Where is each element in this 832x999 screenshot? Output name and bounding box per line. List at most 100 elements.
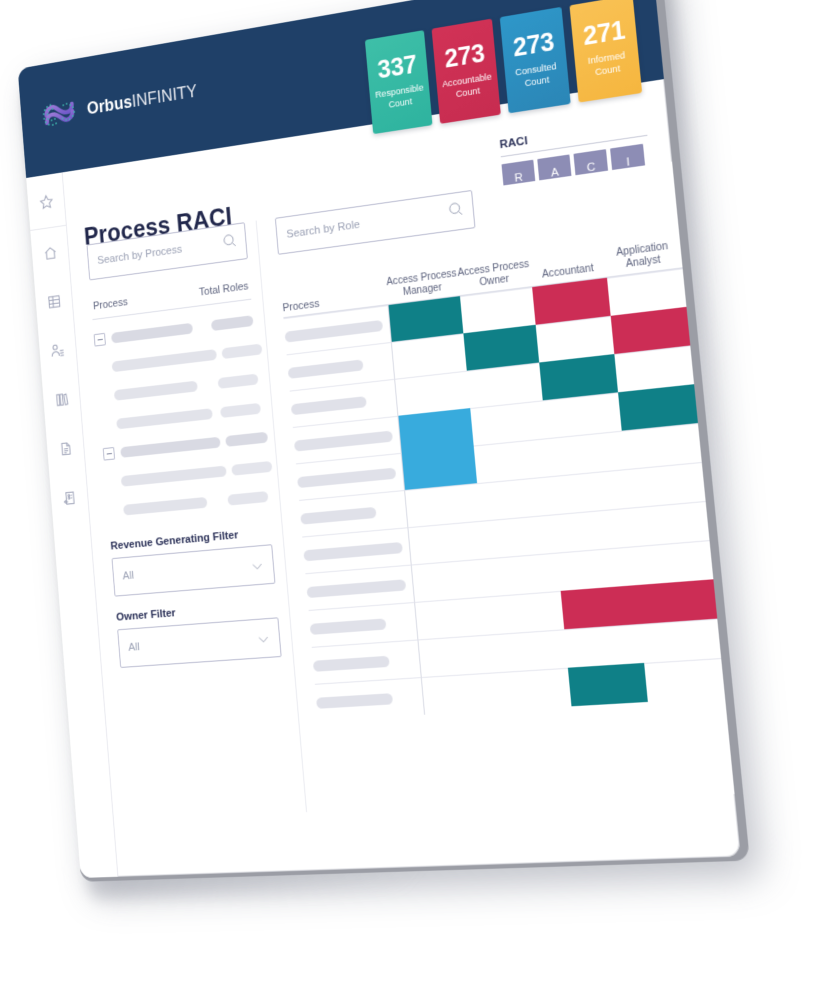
matrix-cell[interactable] bbox=[466, 362, 543, 409]
matrix-cell[interactable] bbox=[411, 558, 488, 602]
matrix-cell[interactable] bbox=[405, 483, 481, 528]
matrix-cell[interactable] bbox=[636, 579, 718, 624]
raci-button-c[interactable]: C bbox=[573, 149, 610, 187]
matrix-cell[interactable] bbox=[549, 469, 629, 515]
raci-slicer: RACI RACI bbox=[499, 117, 651, 197]
matrix-cell[interactable] bbox=[459, 287, 536, 334]
sidebar-item-reports[interactable] bbox=[49, 471, 89, 524]
matrix-row[interactable] bbox=[314, 658, 726, 721]
col-header-process: Process bbox=[92, 296, 129, 313]
app-screen: OrbusINFINITY Process RACI 337 Responsib… bbox=[17, 0, 741, 878]
matrix-column-header[interactable]: Accountant bbox=[530, 261, 606, 286]
matrix-cell[interactable] bbox=[395, 370, 470, 416]
sidebar-item-roles[interactable] bbox=[38, 323, 78, 376]
matrix-cell[interactable] bbox=[567, 662, 648, 707]
kpi-label: Consulted Count bbox=[514, 60, 558, 88]
total-roles-placeholder bbox=[210, 314, 254, 331]
brand-name-light: INFINITY bbox=[131, 80, 198, 111]
matrix-cell[interactable] bbox=[494, 667, 572, 711]
matrix-row-label-placeholder bbox=[284, 319, 384, 343]
matrix-cell[interactable] bbox=[621, 423, 702, 470]
collapse-toggle-icon[interactable] bbox=[102, 446, 116, 461]
sidebar-item-documents[interactable] bbox=[45, 422, 85, 475]
matrix-cell[interactable] bbox=[490, 629, 568, 673]
matrix-cell[interactable] bbox=[606, 268, 687, 316]
kpi-card[interactable]: 337 Responsible Count bbox=[364, 30, 433, 135]
matrix-cell[interactable] bbox=[557, 546, 637, 591]
matrix-cell[interactable] bbox=[391, 333, 467, 379]
raci-matrix-panel: Search by Role Process Access Process Man… bbox=[262, 161, 735, 812]
col-header-total-roles: Total Roles bbox=[198, 280, 249, 299]
search-icon bbox=[221, 231, 238, 254]
matrix-cell[interactable] bbox=[532, 277, 611, 325]
matrix-cell[interactable] bbox=[415, 596, 491, 640]
matrix-cell[interactable] bbox=[483, 552, 561, 597]
matrix-cell[interactable] bbox=[421, 672, 498, 715]
matrix-cell[interactable] bbox=[401, 445, 477, 490]
sidebar-item-favorites[interactable] bbox=[26, 172, 66, 231]
kpi-card[interactable]: 273 Accountable Count bbox=[431, 18, 501, 124]
brand-name: OrbusINFINITY bbox=[86, 81, 198, 119]
matrix-cell[interactable] bbox=[469, 400, 547, 446]
kpi-card[interactable]: 273 Consulted Count bbox=[499, 6, 571, 114]
matrix-cell[interactable] bbox=[487, 590, 565, 635]
matrix-row[interactable] bbox=[308, 579, 718, 647]
row-indent-spacer bbox=[101, 424, 111, 425]
matrix-row-label-placeholder bbox=[297, 467, 397, 488]
matrix-row[interactable] bbox=[305, 540, 714, 611]
matrix-row-label-placeholder bbox=[293, 430, 393, 452]
matrix-body bbox=[283, 268, 726, 721]
raci-button-i[interactable]: I bbox=[610, 143, 647, 182]
home-icon bbox=[42, 244, 58, 262]
matrix-row-label-cell bbox=[305, 564, 416, 611]
matrix-cell[interactable] bbox=[560, 585, 640, 630]
matrix-cell[interactable] bbox=[473, 438, 550, 484]
matrix-cell[interactable] bbox=[463, 324, 540, 371]
sidebar-item-catalog[interactable] bbox=[34, 275, 74, 329]
collapse-toggle-icon[interactable] bbox=[93, 332, 106, 347]
matrix-cell[interactable] bbox=[632, 540, 714, 586]
matrix-row-label-placeholder bbox=[300, 506, 377, 525]
matrix-row-label-cell bbox=[314, 677, 426, 721]
matrix-cell[interactable] bbox=[643, 658, 726, 702]
matrix-cell[interactable] bbox=[617, 384, 698, 431]
matrix-cell[interactable] bbox=[398, 408, 474, 453]
matrix-cell[interactable] bbox=[542, 392, 622, 439]
matrix-cell[interactable] bbox=[610, 306, 691, 355]
search-role-field[interactable]: Search by Role bbox=[274, 189, 476, 255]
matrix-cell[interactable] bbox=[535, 315, 614, 363]
brand-logo[interactable]: OrbusINFINITY bbox=[39, 76, 198, 130]
matrix-cell[interactable] bbox=[418, 634, 495, 678]
library-icon bbox=[54, 390, 70, 408]
filter-dropdown[interactable]: All bbox=[111, 544, 276, 597]
report-icon bbox=[61, 489, 77, 507]
raci-slicer-buttons: RACI bbox=[501, 143, 651, 197]
search-icon bbox=[446, 199, 465, 223]
matrix-cell[interactable] bbox=[613, 345, 695, 393]
matrix-cell[interactable] bbox=[388, 296, 464, 342]
kpi-card[interactable]: 271 Informed Count bbox=[569, 0, 643, 103]
matrix-row-label-placeholder bbox=[303, 541, 403, 561]
matrix-cell[interactable] bbox=[553, 507, 633, 553]
matrix-cell[interactable] bbox=[564, 623, 644, 668]
total-roles-placeholder bbox=[225, 431, 269, 447]
matrix-column-header[interactable]: Access Process Manager bbox=[386, 268, 459, 304]
brand-name-bold: Orbus bbox=[86, 91, 133, 118]
matrix-column-header[interactable]: Access Process Owner bbox=[457, 259, 532, 296]
matrix-cell[interactable] bbox=[546, 430, 625, 477]
matrix-column-header[interactable]: Application Analyst bbox=[604, 239, 683, 277]
row-indent-spacer bbox=[99, 396, 109, 397]
matrix-row-label-placeholder bbox=[290, 395, 367, 415]
process-name-placeholder bbox=[120, 465, 227, 487]
row-indent-spacer bbox=[108, 510, 118, 511]
matrix-cell[interactable] bbox=[539, 354, 618, 401]
matrix-row-label-placeholder bbox=[306, 578, 407, 598]
matrix-row-label-placeholder bbox=[309, 617, 387, 635]
matrix-cell[interactable] bbox=[639, 618, 722, 663]
filter-group: Revenue Generating Filter All Owner Filter… bbox=[110, 526, 282, 668]
sidebar-item-home[interactable] bbox=[30, 226, 70, 280]
raci-button-a[interactable]: A bbox=[537, 154, 573, 192]
filter-dropdown[interactable]: All bbox=[117, 617, 282, 668]
matrix-row[interactable] bbox=[311, 618, 722, 684]
sidebar-item-library[interactable] bbox=[42, 373, 82, 426]
